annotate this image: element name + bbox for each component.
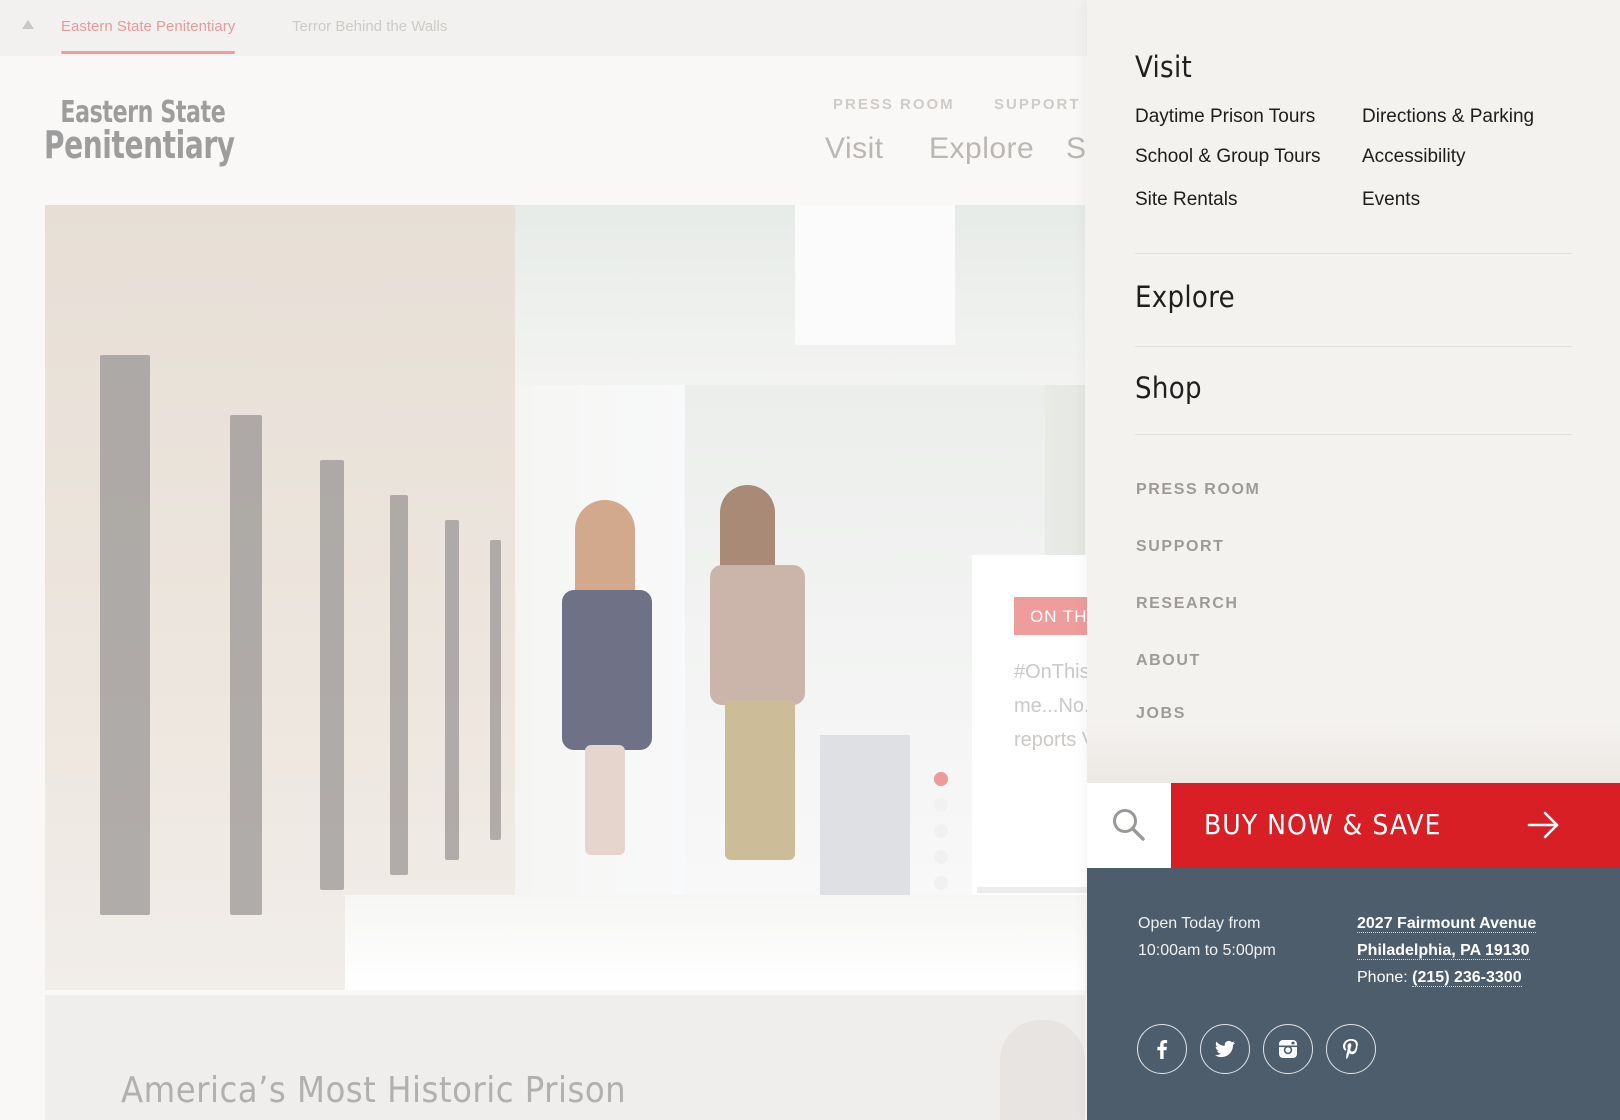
slide-dot[interactable] xyxy=(934,850,948,864)
instagram-button[interactable] xyxy=(1263,1024,1313,1074)
tower-image xyxy=(1000,1020,1085,1120)
hero-floor xyxy=(345,895,1085,990)
visitor-info-panel: Open Today from 10:00am to 5:00pm 2027 F… xyxy=(1087,868,1620,1120)
hero-card-progress xyxy=(977,887,1097,893)
menu-divider xyxy=(1135,253,1572,254)
menu-fade xyxy=(1087,720,1620,783)
facebook-icon xyxy=(1157,1040,1168,1059)
address-line-2-link[interactable]: Philadelphia, PA 19130 xyxy=(1357,942,1530,960)
slide-dot[interactable] xyxy=(934,876,948,890)
twitter-icon xyxy=(1215,1040,1235,1058)
caret-up-icon[interactable] xyxy=(22,20,34,29)
hero-visitor-2 xyxy=(710,565,805,705)
instagram-icon xyxy=(1279,1040,1297,1058)
hero-card-excerpt: #OnThis me...No. reports V xyxy=(1014,655,1094,757)
tab-terror-behind-walls[interactable]: Terror Behind the Walls xyxy=(292,18,447,35)
menu-link-school-group-tours[interactable]: School & Group Tours xyxy=(1135,146,1321,168)
hero-skylight xyxy=(795,205,955,345)
buy-now-button[interactable]: BUY NOW & SAVE xyxy=(1171,783,1620,868)
opening-hours: Open Today from 10:00am to 5:00pm xyxy=(1138,910,1276,964)
search-icon xyxy=(1113,809,1145,841)
hero-cell-door xyxy=(230,415,262,915)
menu-link-events[interactable]: Events xyxy=(1362,189,1420,211)
hero-cell-door xyxy=(390,495,408,875)
side-menu: Visit Daytime Prison Tours School & Grou… xyxy=(1087,0,1620,1120)
hero-cell-door xyxy=(490,540,501,840)
slide-dot[interactable] xyxy=(934,798,948,812)
menu-link-daytime-prison-tours[interactable]: Daytime Prison Tours xyxy=(1135,106,1315,128)
excerpt-line: reports V xyxy=(1014,729,1094,751)
menu-heading-visit[interactable]: Visit xyxy=(1135,50,1192,84)
tab-eastern-state[interactable]: Eastern State Penitentiary xyxy=(61,18,236,54)
menu-divider xyxy=(1135,434,1572,435)
hero-feature-card[interactable]: ON THIS #OnThis me...No. reports V xyxy=(972,555,1104,895)
hero-cell-door xyxy=(320,460,344,890)
menu-link-accessibility[interactable]: Accessibility xyxy=(1362,146,1465,168)
header-nav-visit[interactable]: Visit xyxy=(825,132,884,166)
phone-label: Phone: xyxy=(1357,969,1408,986)
site-logo[interactable]: Eastern State Penitentiary xyxy=(44,98,244,167)
hero-visitor-1 xyxy=(585,745,625,855)
menu-util-press-room[interactable]: PRESS ROOM xyxy=(1136,481,1260,499)
phone-link[interactable]: (215) 236-3300 xyxy=(1412,969,1522,987)
menu-divider xyxy=(1135,346,1572,347)
menu-actions: BUY NOW & SAVE xyxy=(1087,783,1620,868)
hero-image xyxy=(45,205,1085,990)
menu-link-site-rentals[interactable]: Site Rentals xyxy=(1135,189,1237,211)
header-press-room-link[interactable]: PRESS ROOM xyxy=(833,96,955,113)
menu-heading-explore[interactable]: Explore xyxy=(1135,280,1235,314)
address-block: 2027 Fairmount Avenue Philadelphia, PA 1… xyxy=(1357,910,1537,991)
logo-line-2: Penitentiary xyxy=(44,123,235,167)
buy-now-label: BUY NOW & SAVE xyxy=(1204,808,1442,841)
hours-line: Open Today from xyxy=(1138,915,1261,932)
menu-link-directions-parking[interactable]: Directions & Parking xyxy=(1362,106,1534,128)
intro-heading: America’s Most Historic Prison xyxy=(121,1070,627,1111)
excerpt-line: me...No. xyxy=(1014,695,1090,717)
header-nav-explore[interactable]: Explore xyxy=(929,132,1034,166)
address-line-1-link[interactable]: 2027 Fairmount Avenue xyxy=(1357,915,1537,933)
search-button[interactable] xyxy=(1087,783,1171,868)
hero-slide-dots xyxy=(934,772,950,902)
facebook-button[interactable] xyxy=(1137,1024,1187,1074)
twitter-button[interactable] xyxy=(1200,1024,1250,1074)
header-support-link[interactable]: SUPPORT xyxy=(994,96,1081,113)
slide-dot[interactable] xyxy=(934,824,948,838)
hero-visitor-2 xyxy=(725,700,795,860)
hours-line: 10:00am to 5:00pm xyxy=(1138,942,1276,959)
excerpt-line: #OnThis xyxy=(1014,661,1090,683)
menu-util-support[interactable]: SUPPORT xyxy=(1136,538,1225,556)
menu-util-about[interactable]: ABOUT xyxy=(1136,652,1201,670)
slide-dot[interactable] xyxy=(934,772,948,786)
hero-cell-door xyxy=(100,355,150,915)
hero-visitor-1 xyxy=(562,590,652,750)
menu-heading-shop[interactable]: Shop xyxy=(1135,371,1202,405)
arrow-right-icon xyxy=(1527,811,1559,839)
menu-util-research[interactable]: RESEARCH xyxy=(1136,595,1239,613)
pinterest-button[interactable] xyxy=(1326,1024,1376,1074)
hero-cell-door xyxy=(445,520,459,860)
pinterest-icon xyxy=(1343,1039,1358,1060)
